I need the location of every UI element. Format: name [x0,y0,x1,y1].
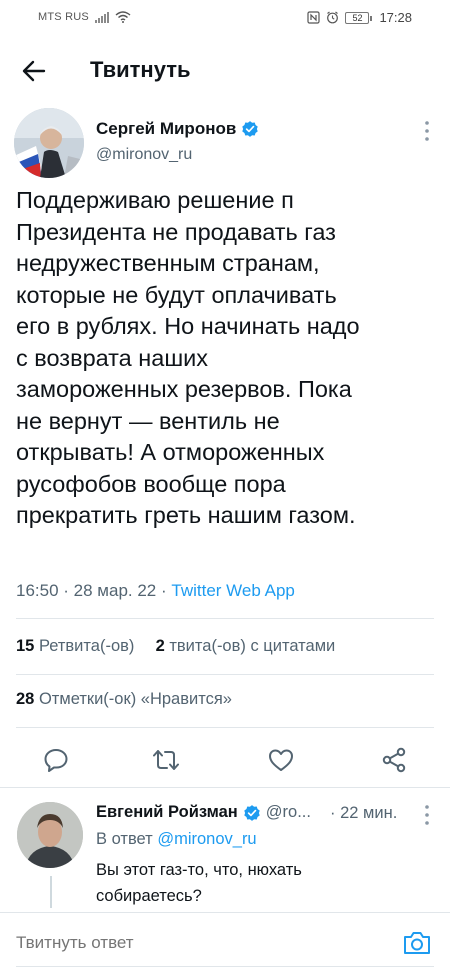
tweet-date: 28 мар. 22 [73,581,157,600]
reply-author[interactable]: Евгений Ройзман @ro... [96,803,311,822]
alarm-icon [327,11,339,24]
quotes-count: 2 [155,637,165,655]
top-bar: Твитнуть [0,44,450,96]
divider [16,727,434,728]
author-name-text: Сергей Миронов [96,119,237,138]
tweet-actions [0,740,450,780]
reply-input[interactable] [16,933,237,953]
battery-icon: 52 [345,11,373,24]
reply-to-handle-link[interactable]: @mironov_ru [157,830,256,848]
carrier-name: MTS RUS [38,11,89,23]
retweet-stats[interactable]: 15 Ретвита(-ов) 2 твита(-ов) с цитатами [16,637,335,656]
clock: 17:28 [379,10,412,25]
heart-icon[interactable] [267,746,295,774]
arrow-left-icon[interactable] [20,57,48,85]
likes-count: 28 [16,690,35,708]
camera-icon[interactable] [402,929,432,957]
tweet-time: 16:50 [16,581,59,600]
verified-badge-icon [242,121,259,137]
divider [16,674,434,675]
retweet-icon[interactable] [152,746,180,774]
avatar-image [17,802,83,868]
reply-text: Вы этот газ-то, что, нюхать собираетесь? [96,861,302,905]
reply-to-prefix: В ответ [96,830,153,848]
status-bar: MTS RUS 52 17:28 [0,0,450,36]
reply-time: · 22 мин. [330,804,398,822]
reply-author-handle: @ro... [265,803,311,821]
reply-author-avatar[interactable] [17,802,83,868]
retweets-count: 15 [16,637,35,655]
meta-separator: · [161,581,172,600]
divider [0,787,450,788]
signal-icon [94,11,109,23]
likes-stats[interactable]: 28 Отметки(-ок) «Нравится» [16,690,232,709]
divider [16,618,434,619]
likes-label: Отметки(-ок) «Нравится» [38,690,232,708]
author-name[interactable]: Сергей Миронов [96,119,259,139]
tweet-source-link[interactable]: Twitter Web App [171,581,294,600]
nfc-icon [307,11,321,24]
verified-badge-icon [244,804,260,821]
quotes-label: твита(-ов) с цитатами [169,637,336,655]
page-title: Твитнуть [90,57,191,82]
battery-level: 52 [352,12,363,23]
divider [16,966,434,967]
comment-icon[interactable] [42,746,70,774]
author-handle[interactable]: @mironov_ru [96,146,192,164]
wifi-icon [115,11,131,23]
retweets-label: Ретвита(-ов) [38,637,135,655]
tweet-meta: 16:50 · 28 мар. 22 · Twitter Web App [16,581,295,601]
avatar-image [14,108,84,178]
tweet-text: Поддерживаю решение п Президента не прод… [16,187,360,528]
reply-to-line: В ответ @mironov_ru [96,830,257,849]
thread-line [50,876,52,908]
more-vertical-icon[interactable] [424,804,430,826]
share-icon[interactable] [380,746,408,774]
author-avatar[interactable] [14,108,84,178]
meta-separator: · [63,581,74,600]
more-vertical-icon[interactable] [424,120,430,142]
reply-author-name: Евгений Ройзман [96,803,238,821]
